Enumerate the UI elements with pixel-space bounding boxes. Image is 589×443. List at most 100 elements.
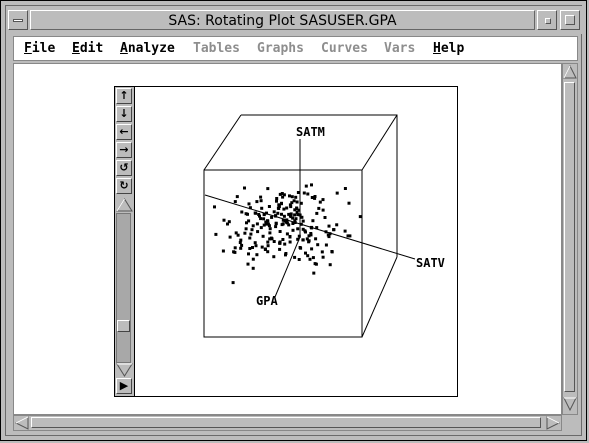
data-point	[268, 231, 272, 235]
data-point	[255, 253, 259, 257]
scroll-up-arrow[interactable]	[563, 64, 577, 80]
data-point	[293, 255, 297, 259]
data-point	[213, 205, 216, 209]
data-point	[321, 198, 325, 202]
menu-file-mnemonic: F	[24, 41, 32, 56]
data-point	[255, 200, 259, 204]
data-point	[266, 187, 270, 191]
menu-analyze[interactable]: Analyze	[120, 40, 175, 57]
menu-vars: Vars	[384, 41, 416, 56]
data-point	[272, 240, 276, 243]
data-point	[251, 257, 255, 261]
data-point	[246, 262, 250, 266]
menu-analyze-label: nalyze	[127, 41, 175, 56]
data-point	[298, 213, 302, 217]
data-point	[304, 184, 308, 188]
axis-label-z: GPA	[256, 294, 278, 308]
speed-slider-track[interactable]	[116, 213, 131, 363]
data-point	[327, 235, 331, 239]
horizontal-scroll-thumb[interactable]	[31, 417, 541, 428]
horizontal-scrollbar[interactable]	[13, 415, 562, 431]
data-point	[335, 223, 339, 227]
data-point	[266, 240, 270, 244]
data-point	[278, 230, 282, 233]
data-point	[266, 250, 270, 254]
data-point	[347, 201, 351, 205]
data-point	[259, 226, 263, 230]
data-point	[228, 235, 232, 239]
data-point	[267, 205, 271, 208]
vertical-scroll-thumb[interactable]	[564, 82, 575, 392]
data-point	[248, 247, 252, 250]
data-point	[239, 238, 243, 242]
data-point	[328, 263, 332, 267]
data-point	[288, 240, 292, 244]
data-point	[247, 202, 251, 206]
data-point	[310, 247, 314, 251]
scroll-down-arrow[interactable]	[563, 396, 577, 412]
data-point	[278, 240, 282, 244]
rotate-left-button[interactable]: ←	[116, 124, 132, 140]
data-point	[303, 229, 307, 233]
data-point	[282, 214, 286, 218]
cube-edges	[203, 114, 416, 338]
rotate-down-icon: ↓	[119, 107, 129, 120]
application-window: SAS: Rotating Plot SASUSER.GPA File Edit…	[0, 0, 587, 441]
scroll-right-arrow[interactable]	[545, 416, 561, 430]
maximize-icon	[565, 15, 575, 25]
menu-help[interactable]: Help	[433, 40, 464, 57]
menu-edit[interactable]: Edit	[72, 40, 103, 57]
system-menu-button[interactable]	[8, 10, 28, 30]
data-point	[248, 236, 252, 240]
rotation-toolbar: ↑ ↓ ← → ↺ ↻ ▶	[115, 87, 135, 396]
data-point	[282, 193, 286, 197]
data-point	[320, 250, 324, 254]
data-point	[311, 256, 315, 260]
rotate-up-button[interactable]: ↑	[116, 88, 132, 104]
data-point	[285, 221, 289, 225]
rotate-down-button[interactable]: ↓	[116, 106, 132, 122]
data-point	[280, 201, 283, 205]
data-point	[318, 200, 322, 204]
menu-file[interactable]: File	[24, 40, 55, 57]
scroll-left-arrow[interactable]	[14, 416, 30, 430]
data-point	[274, 225, 278, 229]
minimize-icon	[545, 18, 551, 24]
data-point	[348, 234, 352, 238]
minimize-button[interactable]	[537, 10, 557, 30]
slider-down-arrow[interactable]	[116, 363, 133, 377]
menu-bar: File Edit Analyze Tables Graphs Curves V…	[13, 36, 578, 61]
data-point	[323, 216, 327, 219]
data-point	[249, 232, 253, 236]
title-bar[interactable]: SAS: Rotating Plot SASUSER.GPA	[6, 6, 583, 34]
speed-slider-thumb[interactable]	[117, 320, 130, 332]
data-point	[251, 224, 255, 228]
data-point	[274, 221, 278, 225]
vertical-scrollbar[interactable]	[562, 63, 578, 415]
data-point	[278, 247, 282, 251]
menu-graphs: Graphs	[257, 41, 304, 56]
data-point	[227, 220, 231, 224]
rotate-right-button[interactable]: →	[116, 142, 132, 158]
data-point	[243, 186, 246, 190]
data-point	[243, 231, 247, 235]
data-point	[291, 222, 295, 225]
data-point	[266, 219, 269, 223]
data-point	[281, 238, 285, 241]
rotating-plot[interactable]: ↑ ↓ ← → ↺ ↻ ▶ SATM SATV GPA	[114, 86, 458, 397]
data-point	[256, 230, 260, 234]
data-point	[260, 245, 264, 249]
data-point	[281, 222, 285, 226]
data-point	[330, 250, 334, 253]
slider-up-arrow[interactable]	[116, 198, 133, 212]
data-points	[213, 183, 362, 285]
rotate-ccw-button[interactable]: ↺	[116, 160, 132, 176]
data-point	[261, 234, 265, 238]
rotate-up-icon: ↑	[119, 89, 129, 102]
maximize-button[interactable]	[560, 10, 580, 30]
data-point	[268, 227, 272, 231]
play-button[interactable]: ▶	[116, 378, 132, 394]
cube-edge-tr	[361, 114, 398, 171]
data-point	[293, 213, 297, 217]
rotate-cw-button[interactable]: ↻	[116, 178, 132, 194]
